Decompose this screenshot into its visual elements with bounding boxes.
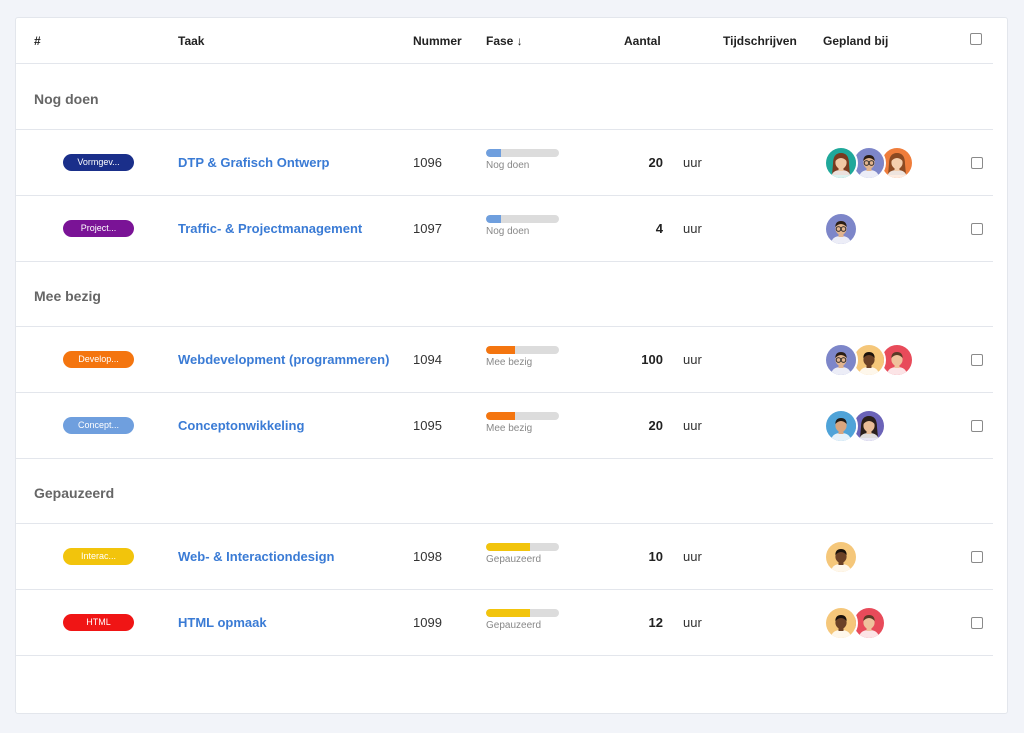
category-badge: HTML [63,614,134,631]
task-number: 1096 [413,155,442,170]
task-link[interactable]: Traffic- & Projectmanagement [178,221,362,236]
hours-unit: uur [683,418,702,433]
hours-unit: uur [683,155,702,170]
phase-progress-bar [486,215,559,223]
task-link[interactable]: HTML opmaak [178,615,267,630]
hours-unit: uur [683,221,702,236]
column-header-planned[interactable]: Gepland bij [823,34,888,48]
phase-indicator: Gepauzeerd [486,543,566,565]
group-header-nog-doen: Nog doen [16,65,993,130]
phase-indicator: Mee bezig [486,346,566,368]
task-link[interactable]: Conceptonwikkeling [178,418,304,433]
task-number: 1097 [413,221,442,236]
hours-amount: 20 [648,155,663,170]
table-header: # Taak Nummer Fase ↓ Aantal Tijdschrijve… [16,18,993,64]
category-badge: Vormgev... [63,154,134,171]
task-link[interactable]: DTP & Grafisch Ontwerp [178,155,329,170]
group-header-gepauzeerd: Gepauzeerd [16,459,993,524]
task-number: 1094 [413,352,442,367]
group-title: Gepauzeerd [34,485,115,501]
hours-amount: 12 [648,615,663,630]
category-badge: Concept... [63,417,134,434]
task-link[interactable]: Webdevelopment (programmeren) [178,352,389,367]
phase-indicator: Nog doen [486,215,566,237]
task-number: 1099 [413,615,442,630]
table-row: Project... Traffic- & Projectmanagement … [16,196,993,262]
phase-progress-fill [486,609,530,617]
hours-unit: uur [683,615,702,630]
group-header-mee-bezig: Mee bezig [16,262,993,327]
table-row: Vormgev... DTP & Grafisch Ontwerp 1096 N… [16,130,993,196]
phase-label: Mee bezig [486,357,533,368]
hours-unit: uur [683,549,702,564]
column-header-amount[interactable]: Aantal [624,34,661,48]
table-row: HTML HTML opmaak 1099 Gepauzeerd 12 uur [16,590,993,656]
category-badge: Interac... [63,548,134,565]
phase-progress-bar [486,346,559,354]
category-badge: Develop... [63,351,134,368]
hours-amount: 10 [648,549,663,564]
avatar[interactable] [824,343,858,377]
column-header-hash: # [34,34,41,48]
hours-amount: 4 [655,221,663,236]
phase-progress-bar [486,609,559,617]
avatar[interactable] [824,212,858,246]
hours-amount: 100 [641,352,663,367]
table-row: Concept... Conceptonwikkeling 1095 Mee b… [16,393,993,459]
row-checkbox[interactable] [971,157,983,169]
phase-progress-fill [486,412,516,420]
task-link[interactable]: Web- & Interactiondesign [178,549,335,564]
phase-label: Gepauzeerd [486,554,542,565]
avatar[interactable] [824,409,858,443]
task-number: 1095 [413,418,442,433]
hours-unit: uur [683,352,702,367]
phase-label: Nog doen [486,160,530,171]
table-row: Interac... Web- & Interactiondesign 1098… [16,524,993,590]
phase-progress-bar [486,543,559,551]
row-checkbox[interactable] [971,617,983,629]
phase-progress-fill [486,215,501,223]
phase-progress-fill [486,149,501,157]
phase-indicator: Nog doen [486,149,566,171]
phase-progress-bar [486,412,559,420]
column-header-time[interactable]: Tijdschrijven [723,34,797,48]
avatar[interactable] [824,606,858,640]
phase-progress-fill [486,346,516,354]
phase-label: Nog doen [486,226,530,237]
avatar[interactable] [824,540,858,574]
column-header-number[interactable]: Nummer [413,34,462,48]
task-table: # Taak Nummer Fase ↓ Aantal Tijdschrijve… [15,17,1008,714]
column-header-phase[interactable]: Fase ↓ [486,34,523,48]
row-checkbox[interactable] [971,551,983,563]
phase-label: Gepauzeerd [486,620,542,631]
group-title: Mee bezig [34,288,101,304]
task-number: 1098 [413,549,442,564]
phase-label: Mee bezig [486,423,533,434]
table-row: Develop... Webdevelopment (programmeren)… [16,327,993,393]
avatar[interactable] [824,146,858,180]
row-checkbox[interactable] [971,354,983,366]
row-checkbox[interactable] [971,420,983,432]
category-badge: Project... [63,220,134,237]
phase-indicator: Mee bezig [486,412,566,434]
phase-progress-fill [486,543,530,551]
hours-amount: 20 [648,418,663,433]
column-header-task[interactable]: Taak [178,34,204,48]
phase-progress-bar [486,149,559,157]
select-all-checkbox[interactable] [970,33,982,45]
phase-indicator: Gepauzeerd [486,609,566,631]
row-checkbox[interactable] [971,223,983,235]
group-title: Nog doen [34,91,99,107]
